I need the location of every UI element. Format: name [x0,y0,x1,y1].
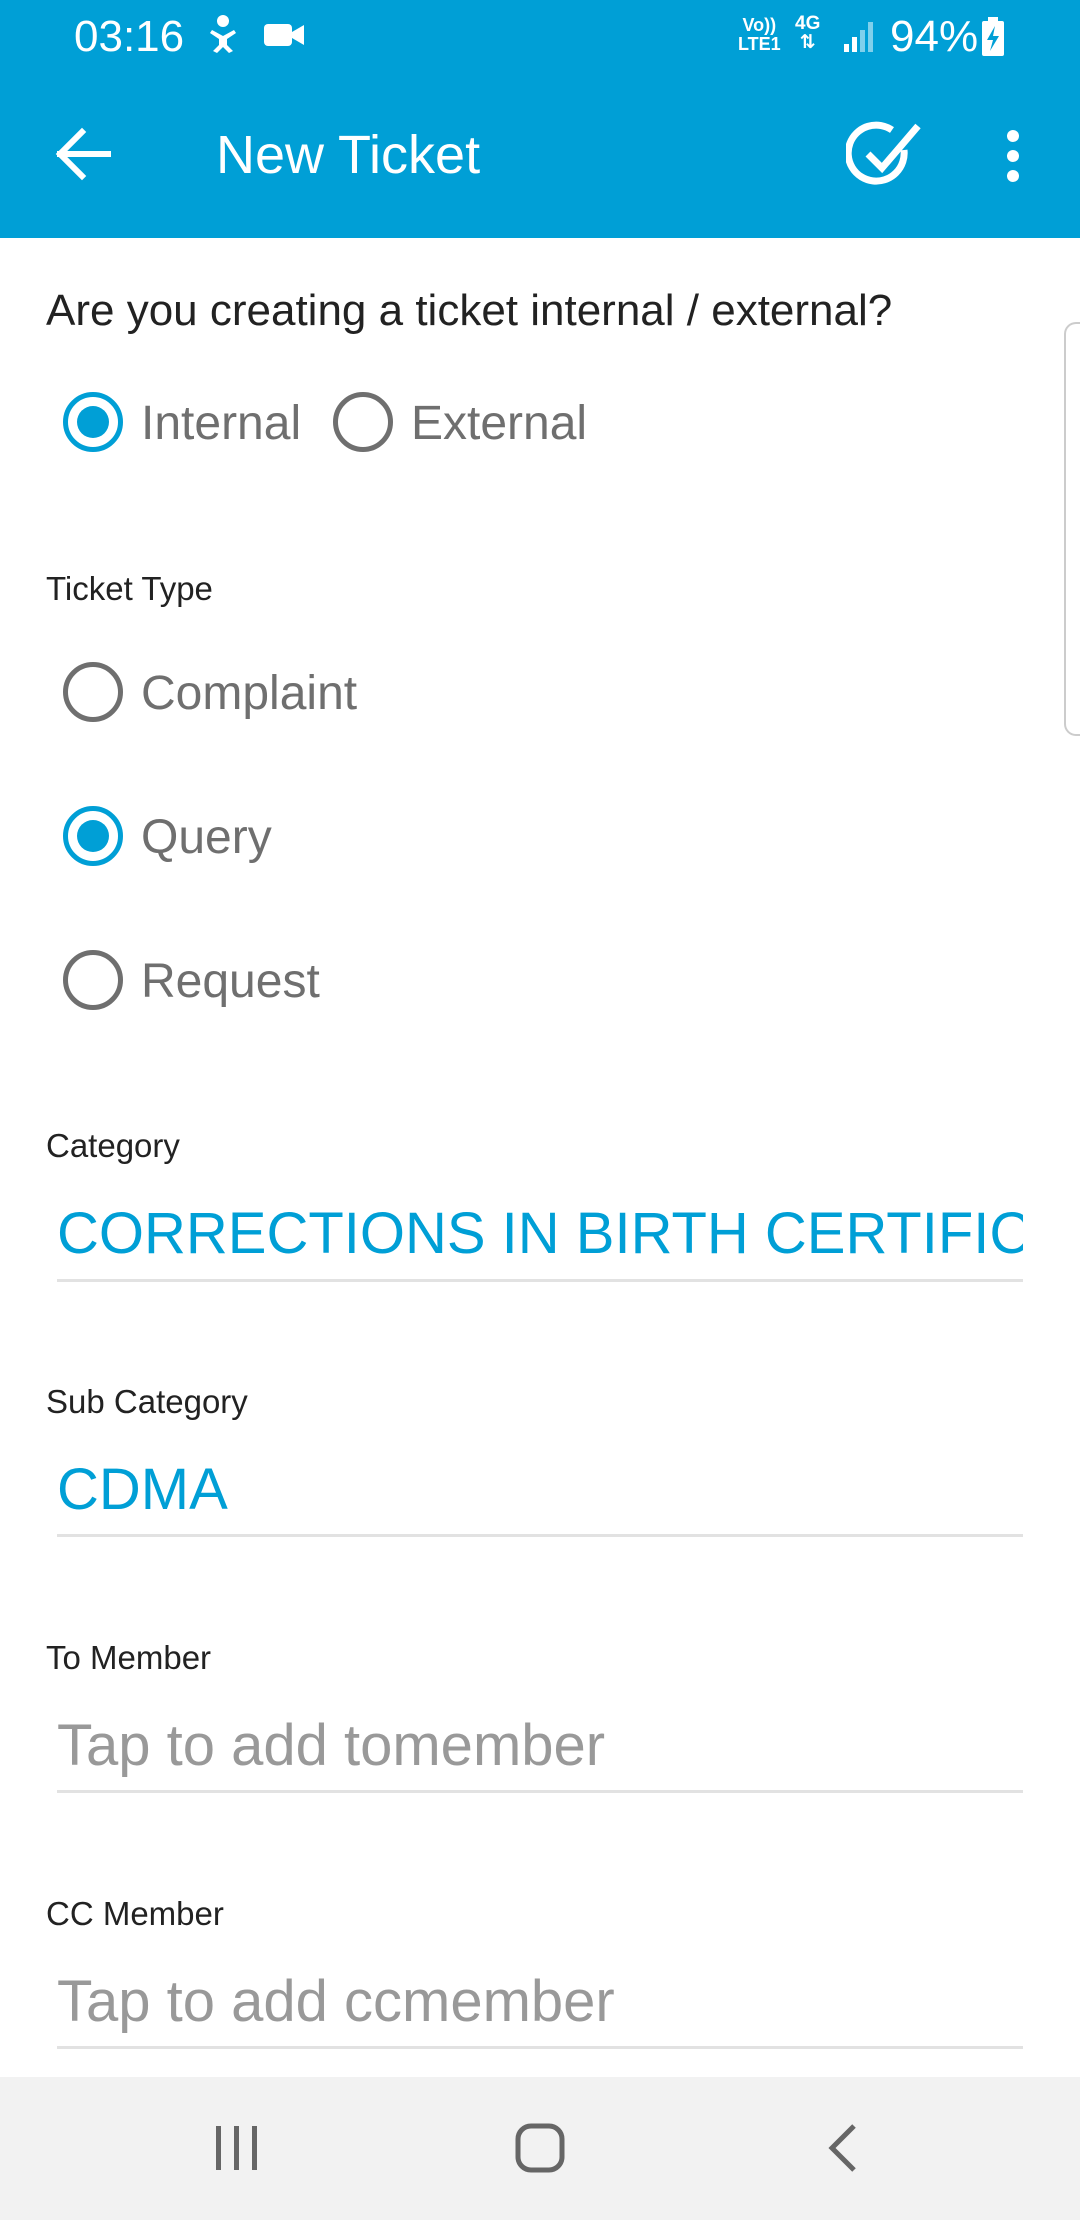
video-icon [262,20,306,55]
radio-request[interactable] [63,950,123,1010]
category-underline [57,1279,1023,1282]
signal-icon [842,20,876,59]
network-type-label: 4G [795,13,821,34]
arrow-left-icon[interactable] [52,126,116,182]
radio-internal-label[interactable]: Internal [141,396,301,451]
back-icon[interactable] [820,2122,864,2174]
network-type: 4G ⇅ [795,14,820,52]
accessibility-icon [206,14,242,59]
ticket-type-label: Ticket Type [46,570,213,607]
radio-query-label[interactable]: Query [141,810,272,865]
more-vert-icon[interactable] [998,128,1028,184]
to-member-label: To Member [46,1639,212,1676]
cc-member-field[interactable]: Tap to add ccmember [57,1968,1023,2035]
sub-category-underline [57,1534,1023,1537]
page-title: New Ticket [216,125,481,185]
to-member-field[interactable]: Tap to add tomember [57,1712,1023,1779]
volte-label: Vo)) [742,15,777,35]
category-label: Category [46,1127,180,1164]
sub-category-field[interactable]: CDMA [57,1456,1023,1523]
recents-icon[interactable] [212,2124,262,2172]
battery-charging-icon [980,16,1006,63]
cc-member-underline [57,2046,1023,2049]
status-bar: 03:16 Vo)) LTE1 4G ⇅ 94% [0,0,1080,76]
radio-complaint[interactable] [63,662,123,722]
sub-category-label: Sub Category [46,1383,248,1420]
radio-query[interactable] [63,806,123,866]
check-circle-icon[interactable] [844,118,926,194]
lte-label: LTE1 [738,34,781,54]
side-panel-handle[interactable] [1064,322,1080,736]
to-member-underline [57,1790,1023,1793]
category-field[interactable]: CORRECTIONS IN BIRTH CERTIFICATE [57,1200,1023,1267]
data-arrows-icon: ⇅ [799,32,816,53]
ticket-scope-question: Are you creating a ticket internal / ext… [46,286,893,335]
radio-external[interactable] [333,392,393,452]
radio-complaint-label[interactable]: Complaint [141,666,357,721]
cc-member-label: CC Member [46,1895,224,1932]
home-icon[interactable] [514,2122,566,2174]
radio-request-label[interactable]: Request [141,954,320,1009]
network-indicator: Vo)) LTE1 [738,16,781,54]
radio-external-label[interactable]: External [411,396,587,451]
radio-internal[interactable] [63,392,123,452]
status-time: 03:16 [74,12,185,61]
battery-level: 94% [890,12,979,61]
